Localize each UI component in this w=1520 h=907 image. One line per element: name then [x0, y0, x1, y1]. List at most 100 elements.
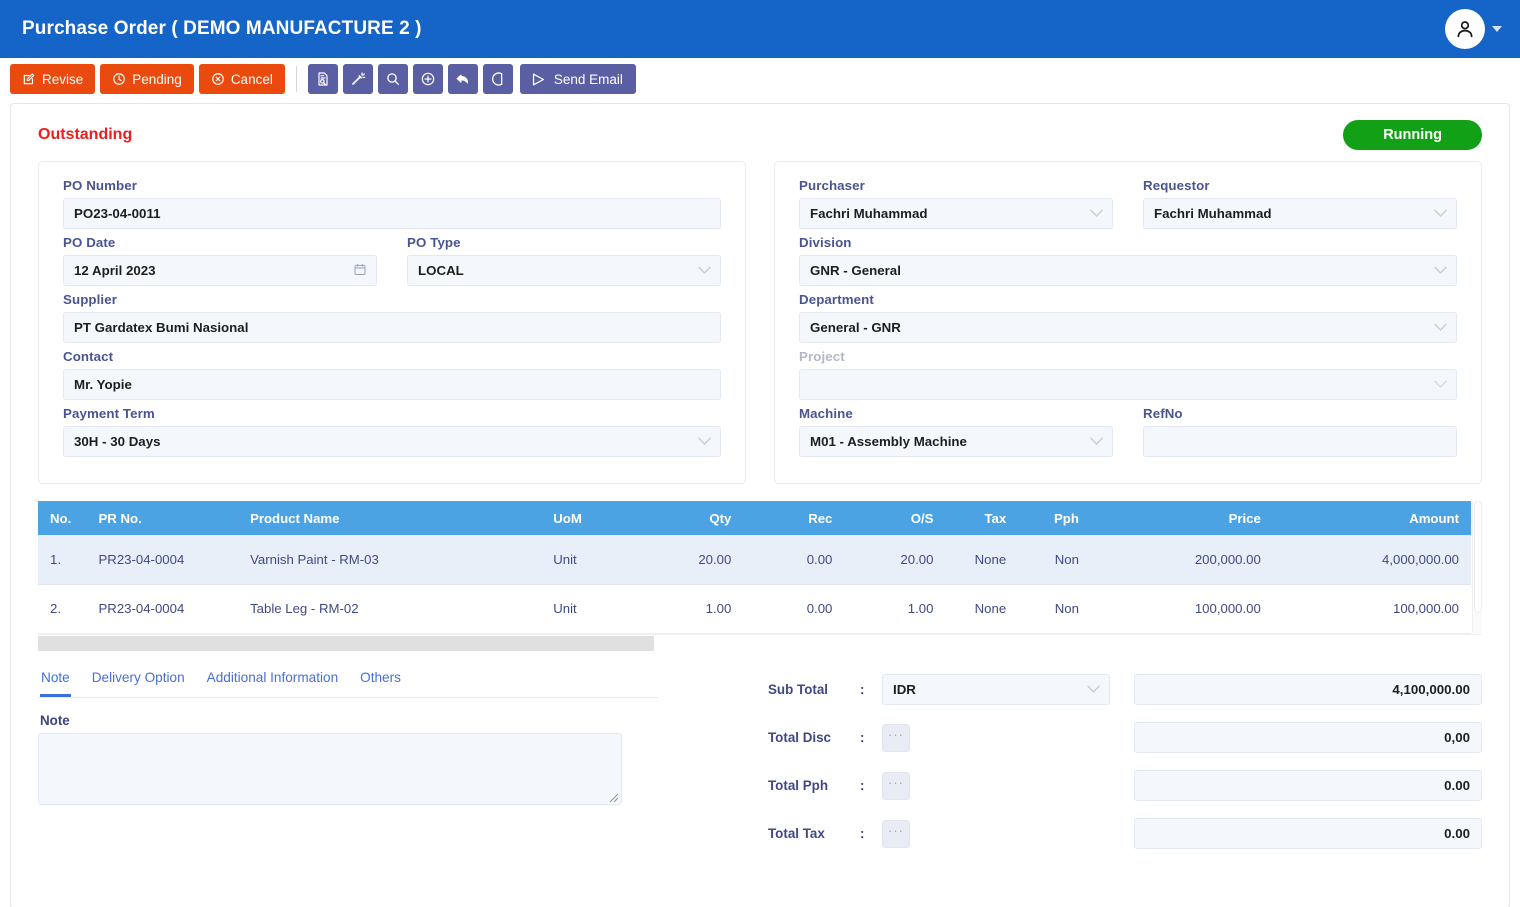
col-os[interactable]: O/S: [844, 501, 946, 535]
purchaser-select[interactable]: Fachri Muhammad: [799, 198, 1113, 229]
user-menu[interactable]: [1445, 0, 1502, 58]
sub-total-label: Sub Total: [768, 682, 829, 697]
cell-os: 20.00: [844, 535, 946, 585]
total-pph-value[interactable]: 0.00: [1134, 770, 1482, 801]
revise-button[interactable]: Revise: [10, 64, 96, 94]
undo-button[interactable]: [447, 64, 478, 94]
table-vertical-scrollbar[interactable]: [1472, 501, 1482, 633]
document-search-icon: [318, 72, 328, 86]
total-tax-ellipsis-button[interactable]: ···: [882, 819, 910, 848]
field-payment-term: Payment Term 30H - 30 Days: [63, 406, 721, 457]
cell-qty: 20.00: [642, 535, 744, 585]
cell-tax: None: [945, 584, 1019, 634]
col-uom[interactable]: UoM: [541, 501, 643, 535]
col-tax[interactable]: Tax: [945, 501, 1019, 535]
table-row[interactable]: 1. PR23-04-0004 Varnish Paint - RM-03 Un…: [38, 535, 1471, 585]
note-textarea[interactable]: [38, 732, 622, 805]
division-value: GNR - General: [810, 263, 901, 278]
search-icon: [387, 73, 399, 85]
total-pph-ellipsis-button[interactable]: ···: [882, 771, 910, 800]
payment-term-label: Payment Term: [63, 406, 155, 421]
status-badge[interactable]: Running: [1343, 120, 1482, 150]
total-disc-value[interactable]: 0,00: [1134, 722, 1482, 753]
cell-no: 2.: [38, 584, 87, 634]
machine-select[interactable]: M01 - Assembly Machine: [799, 426, 1113, 457]
cell-os: 1.00: [844, 584, 946, 634]
total-tax-value[interactable]: 0.00: [1134, 818, 1482, 849]
payment-term-select[interactable]: 30H - 30 Days: [63, 426, 721, 457]
tab-additional-information[interactable]: Additional Information: [206, 666, 339, 697]
chevron-down-icon: [1434, 378, 1447, 392]
resize-grip-icon[interactable]: [609, 793, 619, 803]
scrollbar-thumb[interactable]: [1474, 501, 1482, 613]
chevron-down-icon: [1434, 321, 1447, 335]
supplier-input[interactable]: PT Gardatex Bumi Nasional: [63, 312, 721, 343]
cell-product-name: Varnish Paint - RM-03: [238, 535, 542, 585]
magic-wand-button[interactable]: [342, 64, 373, 94]
total-disc-ellipsis-button[interactable]: ···: [882, 723, 910, 752]
table-row[interactable]: 2. PR23-04-0004 Table Leg - RM-02 Unit 1…: [38, 584, 1471, 634]
department-select[interactable]: General - GNR: [799, 312, 1457, 343]
calendar-icon[interactable]: [353, 262, 367, 279]
document-search-button[interactable]: [307, 64, 338, 94]
chevron-down-icon: [698, 435, 711, 449]
caret-down-icon[interactable]: [1492, 26, 1502, 32]
col-price[interactable]: Price: [1090, 501, 1273, 535]
table-horizontal-scrollbar[interactable]: [38, 633, 1482, 651]
search-button[interactable]: [377, 64, 408, 94]
send-email-button[interactable]: Send Email: [519, 64, 636, 94]
po-date-input[interactable]: 12 April 2023: [63, 255, 377, 286]
col-amount[interactable]: Amount: [1272, 501, 1471, 535]
cell-product-name: Table Leg - RM-02: [238, 584, 542, 634]
department-value: General - GNR: [810, 320, 901, 335]
cell-no: 1.: [38, 535, 87, 585]
col-rec[interactable]: Rec: [743, 501, 845, 535]
chevron-down-icon: [1090, 435, 1103, 449]
cell-uom: Unit: [541, 584, 643, 634]
tab-others[interactable]: Others: [359, 666, 402, 697]
sub-total-value[interactable]: 4,100,000.00: [1134, 674, 1482, 705]
field-contact: Contact Mr. Yopie: [63, 349, 721, 400]
tab-note[interactable]: Note: [40, 666, 71, 697]
department-label: Department: [799, 292, 874, 307]
field-supplier: Supplier PT Gardatex Bumi Nasional: [63, 292, 721, 343]
panel-order-info: PO Number PO23-04-0011 PO Date 12 April …: [38, 161, 746, 484]
total-disc-colon: :: [860, 730, 865, 745]
col-pph[interactable]: Pph: [1018, 501, 1091, 535]
field-purchaser: Purchaser Fachri Muhammad: [799, 178, 1113, 229]
cell-price: 100,000.00: [1090, 584, 1273, 634]
total-tax-colon: :: [860, 826, 865, 841]
cell-pr-no: PR23-04-0004: [86, 584, 239, 634]
panel-requestor-info: Purchaser Fachri Muhammad Requestor Fach…: [774, 161, 1482, 484]
po-date-label: PO Date: [63, 235, 116, 250]
contact-input[interactable]: Mr. Yopie: [63, 369, 721, 400]
app-header: Purchase Order ( DEMO MANUFACTURE 2 ): [0, 0, 1520, 58]
scrollbar-thumb[interactable]: [38, 635, 654, 651]
field-requestor: Requestor Fachri Muhammad: [1143, 178, 1457, 229]
table-header-row: No. PR No. Product Name UoM Qty Rec O/S …: [38, 501, 1471, 535]
history-button[interactable]: [482, 64, 513, 94]
add-button[interactable]: [412, 64, 443, 94]
division-select[interactable]: GNR - General: [799, 255, 1457, 286]
col-product-name[interactable]: Product Name: [238, 501, 542, 535]
currency-select[interactable]: IDR: [882, 674, 1110, 705]
col-pr-no[interactable]: PR No.: [86, 501, 239, 535]
col-no[interactable]: No.: [38, 501, 87, 535]
requestor-select[interactable]: Fachri Muhammad: [1143, 198, 1457, 229]
payment-term-value: 30H - 30 Days: [74, 434, 161, 449]
status-row: Outstanding Running: [25, 118, 1495, 152]
col-qty[interactable]: Qty: [642, 501, 744, 535]
po-type-select[interactable]: LOCAL: [407, 255, 721, 286]
page-title: Purchase Order ( DEMO MANUFACTURE 2 ): [22, 18, 422, 39]
content-card: Outstanding Running PO Number PO23-04-00…: [10, 103, 1510, 907]
chevron-down-icon: [1087, 683, 1100, 697]
avatar[interactable]: [1445, 9, 1485, 49]
cancel-button[interactable]: Cancel: [198, 64, 285, 94]
tab-delivery-option[interactable]: Delivery Option: [91, 666, 186, 697]
note-section: Note Delivery Option Additional Informat…: [38, 666, 658, 858]
currency-value: IDR: [893, 682, 916, 697]
po-number-input[interactable]: PO23-04-0011: [63, 198, 721, 229]
refno-input[interactable]: [1143, 426, 1457, 457]
total-row-total-pph: Total Pph : ··· 0.00: [768, 762, 1482, 810]
pending-button[interactable]: Pending: [100, 64, 194, 94]
